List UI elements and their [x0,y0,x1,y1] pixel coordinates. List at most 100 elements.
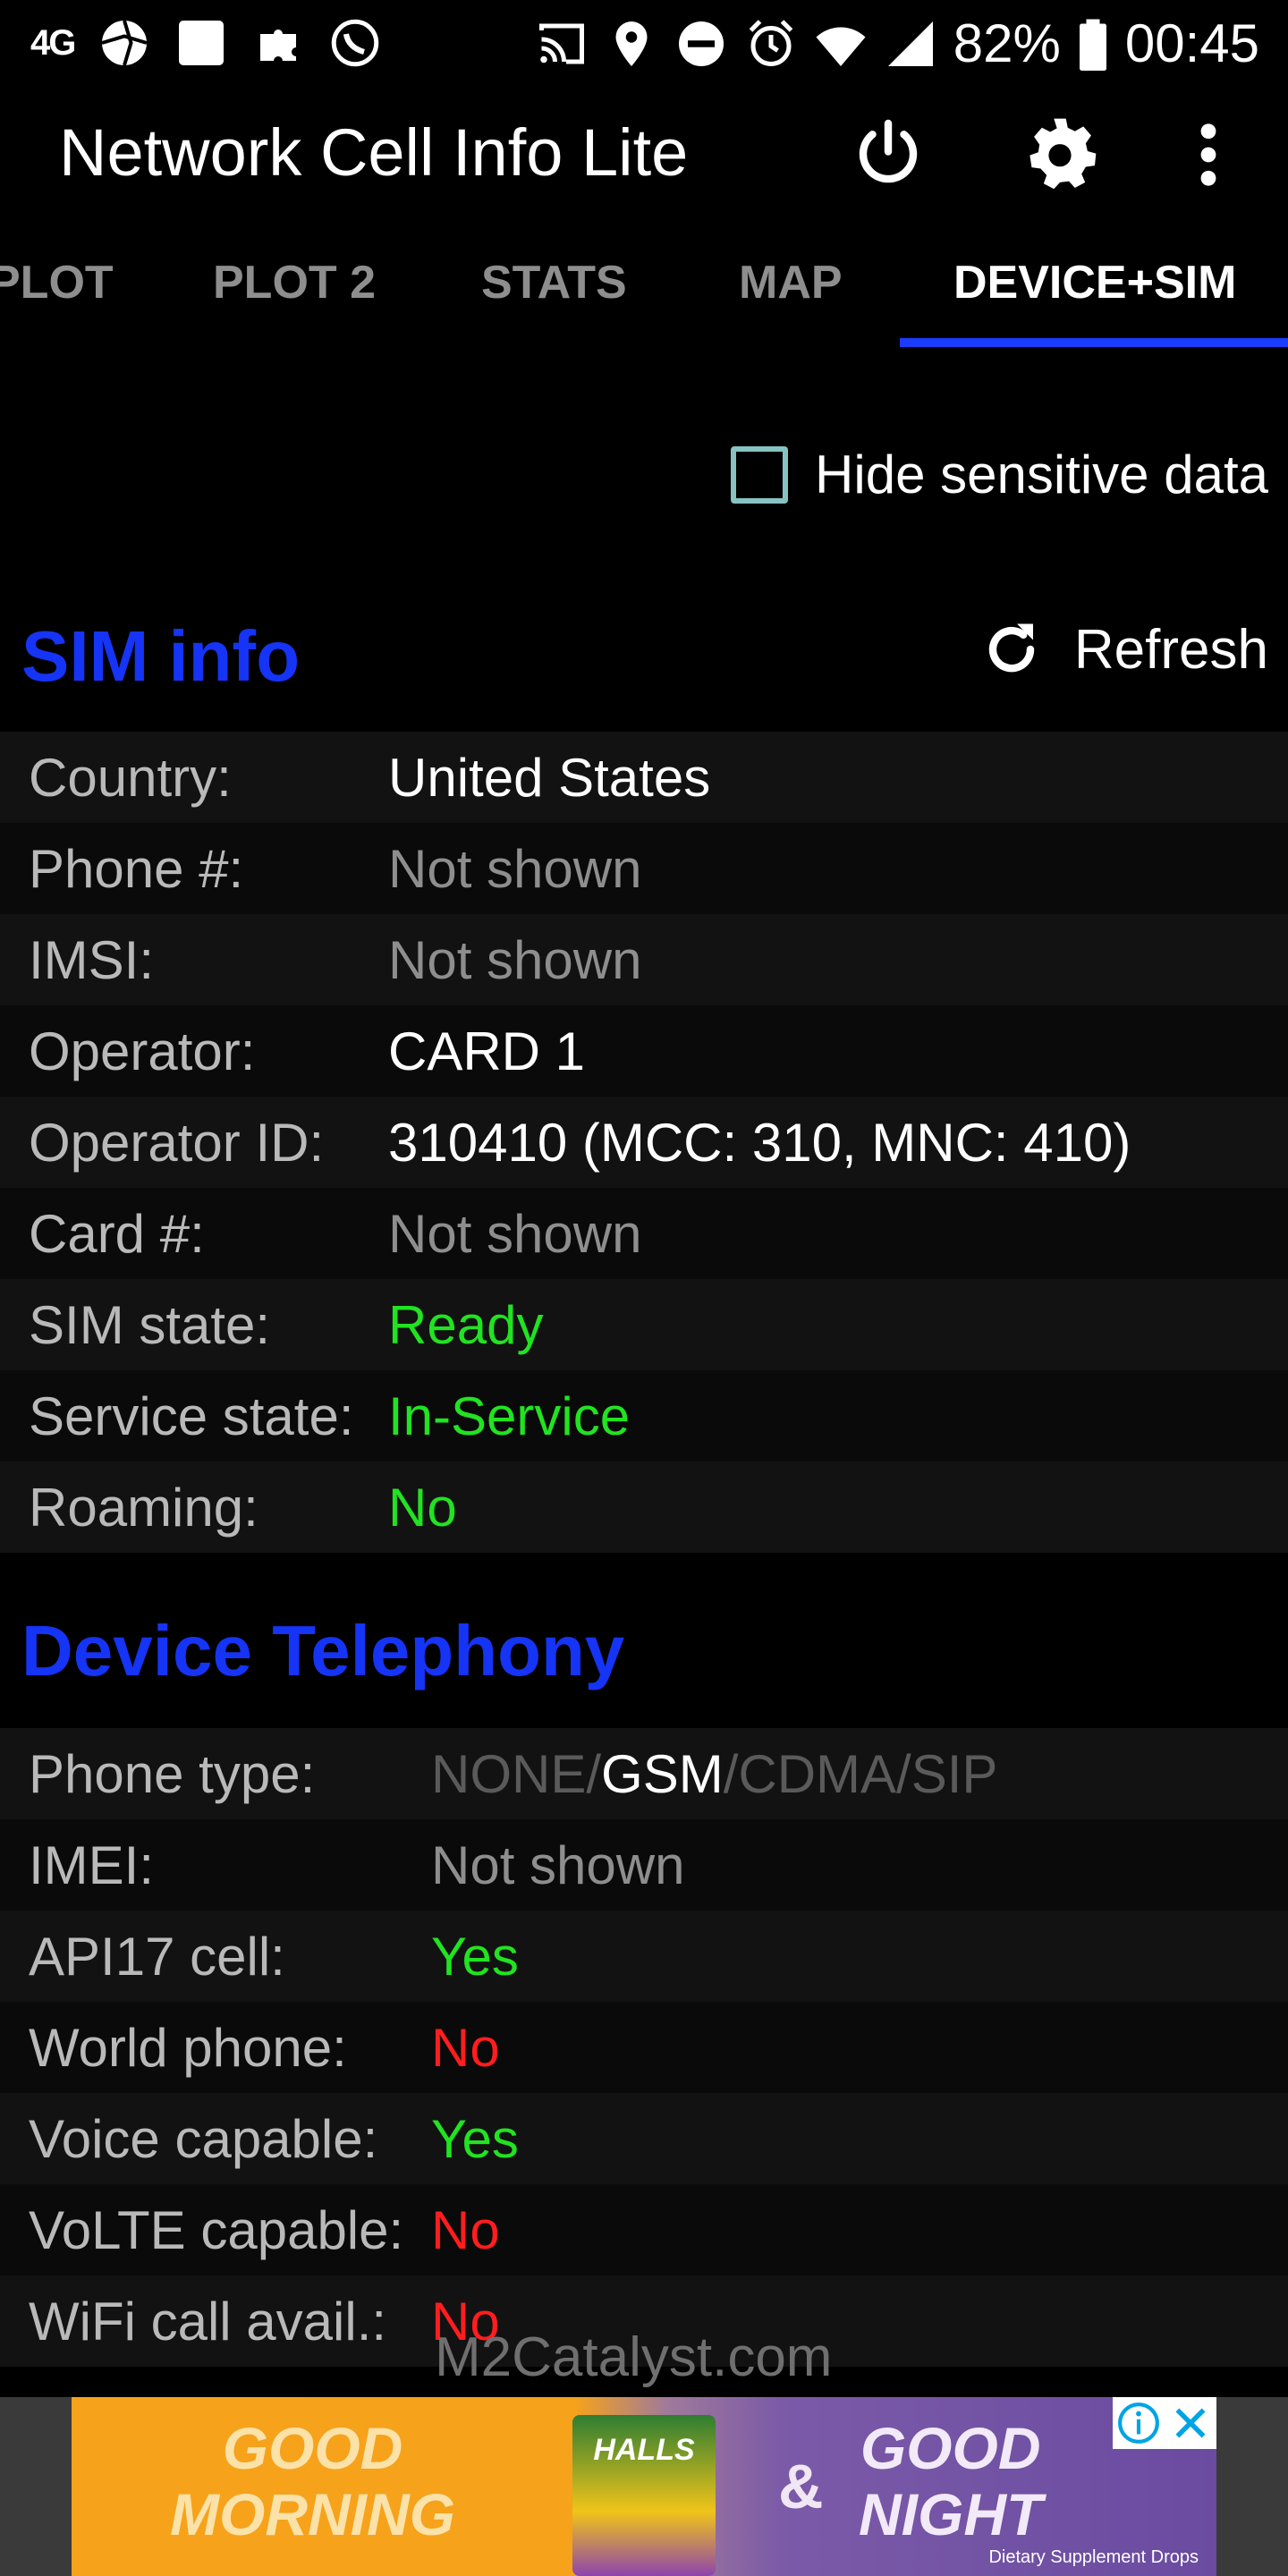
row-label: Roaming: [29,1477,258,1538]
clock: 00:45 [1124,13,1259,73]
square-icon [174,16,228,70]
tab-stats[interactable]: STATS [481,256,627,309]
table-row: Operator ID: 310410 (MCC: 310, MNC: 410) [0,1097,1288,1188]
close-icon [1175,2408,1206,2438]
info-icon [1118,2402,1159,2444]
ad-headline-right: GOOD NIGHT [859,2415,1042,2547]
cast-icon [535,17,589,71]
table-row: World phone: No [0,2002,1288,2093]
settings-button[interactable] [1020,114,1100,195]
ad-text: GOOD [222,2415,403,2481]
tab-plot-2[interactable]: PLOT 2 [213,256,376,309]
phone-type-option: NONE/ [431,1743,602,1804]
tab-plot[interactable]: PLOT [0,256,114,309]
row-value: CARD 1 [388,1021,586,1081]
signal-icon [884,17,937,71]
do-not-disturb-icon [674,17,728,71]
row-label: Country: [29,747,232,808]
row-label: VoLTE capable: [29,2199,404,2260]
table-row: Operator: CARD 1 [0,1005,1288,1097]
ad-fine-print: Dietary Supplement Drops [988,2547,1199,2567]
status-bar: 4G 82% 00:45 [0,0,1288,89]
row-label: Phone #: [29,838,244,899]
device-telephony-title: Device Telephony [21,1611,625,1690]
device-telephony-table: Phone type: NONE/GSM/CDMA/SIP IMEI: Not s… [0,1728,1288,2367]
ad-ampersand: & [778,2452,824,2521]
active-tab-indicator [900,338,1288,347]
hide-sensitive-label: Hide sensitive data [815,445,1268,504]
row-value: United States [388,747,711,808]
refresh-button[interactable]: Refresh [979,617,1268,682]
row-label: Voice capable: [29,2108,378,2169]
ad-controls [1113,2397,1216,2449]
phone-type-option: /CDMA/SIP [723,1743,998,1804]
row-value: Yes [431,1926,519,1987]
watermark: M2Catalyst.com [435,2326,833,2388]
alarm-icon [744,17,798,71]
table-row: Phone type: NONE/GSM/CDMA/SIP [0,1728,1288,1819]
row-label: World phone: [29,2017,347,2078]
refresh-label: Refresh [1073,618,1268,681]
phone-type-selected: GSM [601,1743,724,1804]
row-label: SIM state: [29,1294,271,1355]
table-row: IMEI: Not shown [0,1819,1288,1911]
row-value: No [431,2199,500,2260]
table-row: Voice capable: Yes [0,2093,1288,2184]
puzzle-icon [251,16,305,70]
status-bar-left-icons: 4G [30,16,382,70]
battery-icon [1077,17,1109,71]
refresh-icon [988,623,1035,673]
hide-sensitive-data-toggle[interactable]: Hide sensitive data [731,444,1268,505]
table-row: Country: United States [0,732,1288,823]
sim-info-table: Country: United States Phone #: Not shown … [0,732,1288,1553]
row-value: Ready [388,1294,544,1355]
ad-text: NIGHT [859,2481,1043,2547]
row-label: Card #: [29,1203,205,1264]
ad-text: MORNING [170,2481,455,2547]
row-value: Yes [431,2108,519,2169]
row-label: Operator ID: [29,1112,325,1173]
phone-type-value: NONE/GSM/CDMA/SIP [431,1743,997,1805]
ad-product-label: HALLS [593,2433,695,2467]
ad-banner[interactable]: GOOD MORNING HALLS & GOOD NIGHT Dietary Su… [72,2397,1216,2576]
row-label: Phone type: [29,1743,316,1804]
battery-percent: 82% [953,13,1061,73]
row-value: Not shown [431,1835,685,1895]
hide-sensitive-checkbox[interactable] [731,445,789,504]
ad-info-button[interactable] [1113,2397,1165,2449]
table-row: Card #: Not shown [0,1188,1288,1279]
row-value: Not shown [388,929,642,990]
row-value: 310410 (MCC: 310, MNC: 410) [388,1112,1131,1173]
row-label: Service state: [29,1385,354,1446]
ad-text: GOOD [860,2415,1041,2481]
row-label: WiFi call avail.: [29,2291,387,2351]
status-bar-right-icons: 82% 00:45 [535,13,1259,74]
whatsapp-icon [328,16,382,70]
row-value: In-Service [388,1385,631,1446]
row-value: Not shown [388,1203,642,1264]
sim-info-title: SIM info [21,616,301,696]
row-value: No [388,1477,457,1538]
tab-map[interactable]: MAP [739,256,843,309]
more-options-button[interactable] [1168,114,1249,195]
table-row: Service state: In-Service [0,1370,1288,1462]
row-label: API17 cell: [29,1926,285,1987]
table-row: VoLTE capable: No [0,2184,1288,2275]
row-value: Not shown [388,838,642,899]
table-row: API17 cell: Yes [0,1911,1288,2002]
power-button[interactable] [848,114,928,195]
row-label: IMEI: [29,1835,155,1895]
power-icon [859,119,918,183]
gear-icon [1030,118,1097,190]
location-icon [605,17,658,71]
row-label: IMSI: [29,929,155,990]
tab-device-sim[interactable]: DEVICE+SIM [953,256,1236,309]
ad-headline-left: GOOD MORNING [170,2415,455,2547]
ad-close-button[interactable] [1165,2397,1216,2449]
row-label: Operator: [29,1021,256,1081]
app-title: Network Cell Info Lite [59,115,689,190]
wifi-icon [814,17,868,71]
table-row: SIM state: Ready [0,1279,1288,1370]
table-row: Roaming: No [0,1462,1288,1553]
row-value: No [431,2017,500,2078]
